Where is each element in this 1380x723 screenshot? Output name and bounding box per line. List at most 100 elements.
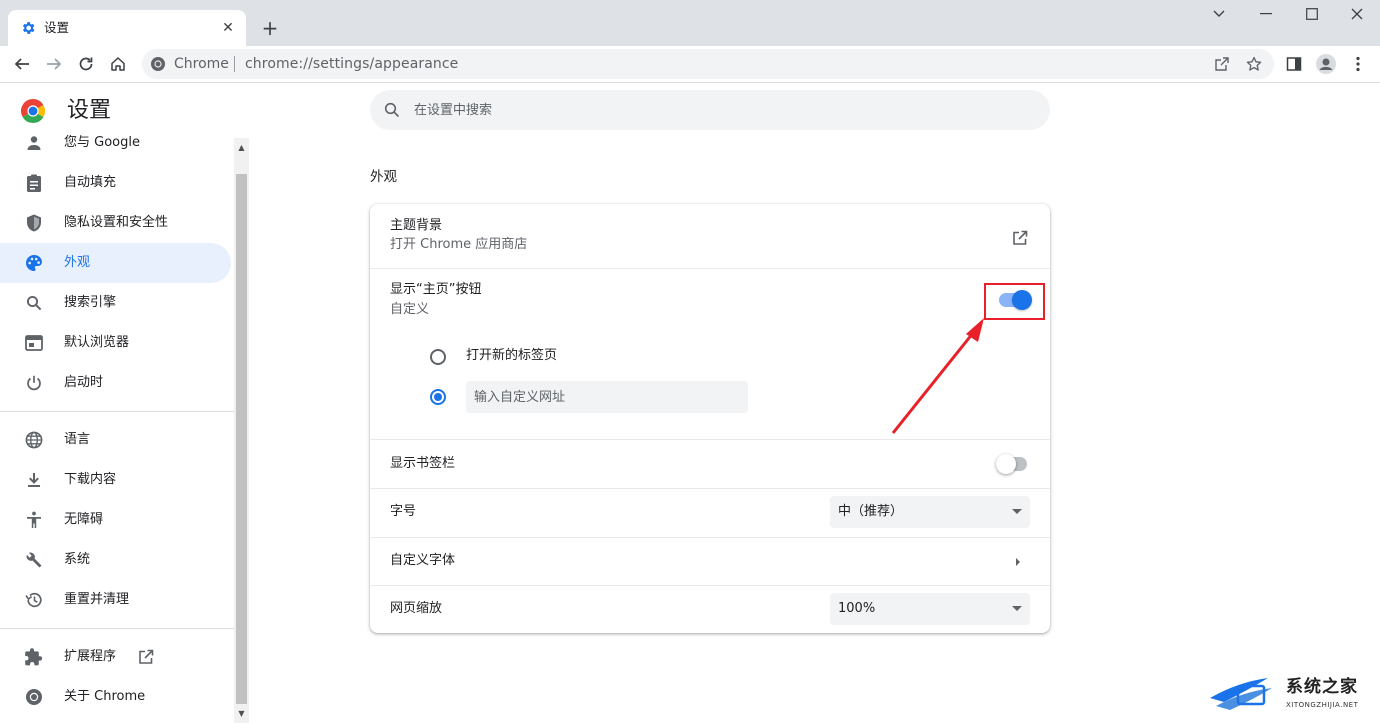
page-zoom-title: 网页缩放: [390, 601, 443, 616]
close-icon[interactable]: [1334, 0, 1380, 28]
sidebar-item-on-startup[interactable]: 启动时: [0, 363, 231, 403]
search-icon: [24, 293, 44, 313]
watermark-url: XITONGZHIJIA.NET: [1286, 701, 1359, 709]
settings-search-box[interactable]: [370, 90, 1050, 130]
tab-settings[interactable]: 设置 ✕: [8, 10, 246, 46]
font-size-select[interactable]: 中（推荐）: [830, 496, 1030, 528]
accessibility-icon: [24, 510, 44, 530]
address-separator: [234, 56, 235, 72]
custom-fonts-row[interactable]: 自定义字体: [370, 538, 1050, 585]
scroll-thumb[interactable]: [236, 174, 247, 704]
page-zoom-select[interactable]: 100%: [830, 593, 1030, 625]
custom-url-radio[interactable]: [430, 389, 446, 405]
bookmark-star-icon[interactable]: [1242, 52, 1266, 76]
custom-fonts-title: 自定义字体: [390, 553, 456, 568]
reload-button[interactable]: [72, 50, 100, 78]
side-panel-icon[interactable]: [1280, 50, 1308, 78]
forward-button[interactable]: [40, 50, 68, 78]
new-tab-radio-label: 打开新的标签页: [466, 348, 558, 363]
sidebar-item-appearance[interactable]: 外观: [0, 243, 231, 283]
sidebar-item-label: 自动填充: [64, 175, 117, 190]
home-button-subtitle: 自定义: [390, 302, 430, 317]
font-size-value: 中（推荐）: [838, 504, 904, 519]
page-title: 设置: [67, 98, 112, 123]
home-button-title: 显示“主页”按钮: [390, 282, 482, 297]
sidebar-item-label: 系统: [64, 552, 91, 567]
minimize-icon[interactable]: [1243, 0, 1289, 28]
new-tab-button[interactable]: +: [258, 16, 282, 40]
chrome-icon: [151, 57, 165, 71]
sidebar-item-label: 下载内容: [64, 472, 117, 487]
power-icon: [24, 373, 44, 393]
new-tab-radio[interactable]: [430, 349, 446, 365]
wrench-icon: [24, 550, 44, 570]
sidebar-item-label: 语言: [64, 432, 91, 447]
clipboard-icon: [24, 173, 44, 193]
bookmarks-bar-title: 显示书签栏: [390, 456, 456, 471]
sidebar-item-languages[interactable]: 语言: [0, 420, 231, 460]
profile-avatar-icon[interactable]: [1312, 50, 1340, 78]
custom-url-input[interactable]: [466, 381, 748, 413]
bookmarks-bar-toggle[interactable]: [996, 454, 1030, 474]
person-icon: [24, 134, 44, 153]
dropdown-arrow-icon: [1012, 509, 1022, 514]
download-icon: [24, 470, 44, 490]
sidebar-divider: [0, 411, 234, 412]
sidebar-item-downloads[interactable]: 下载内容: [0, 460, 231, 500]
browser-toolbar: Chrome chrome://settings/appearance: [0, 46, 1380, 83]
globe-icon: [24, 430, 44, 450]
annotation-arrow-icon: [891, 318, 984, 434]
watermark-logo-icon: [1210, 678, 1272, 710]
sidebar-item-extensions[interactable]: 扩展程序: [0, 637, 231, 677]
sidebar-item-label: 启动时: [64, 375, 104, 390]
sidebar-item-about[interactable]: 关于 Chrome: [0, 677, 231, 717]
page-zoom-value: 100%: [838, 601, 876, 616]
browser-icon: [24, 333, 44, 353]
scroll-up-arrow[interactable]: ▲: [234, 140, 249, 154]
tab-title: 设置: [44, 20, 70, 35]
sidebar-item-system[interactable]: 系统: [0, 540, 231, 580]
font-size-title: 字号: [390, 504, 417, 519]
sidebar-divider: [0, 628, 234, 629]
sidebar-item-default-browser[interactable]: 默认浏览器: [0, 323, 231, 363]
sidebar-item-label: 重置并清理: [64, 592, 130, 607]
sidebar-item-privacy[interactable]: 隐私设置和安全性: [0, 203, 231, 243]
sidebar-nav: 您与 Google 自动填充 隐私设置和安全性 外观 搜索引擎 默认浏览器 启动…: [0, 134, 234, 723]
home-button[interactable]: [104, 50, 132, 78]
open-in-new-icon[interactable]: [1008, 226, 1032, 250]
scroll-down-arrow[interactable]: ▼: [234, 706, 249, 720]
sidebar-scrollbar[interactable]: ▲ ▼: [234, 138, 249, 723]
sidebar-item-accessibility[interactable]: 无障碍: [0, 500, 231, 540]
watermark-brand: 系统之家: [1286, 677, 1358, 697]
row-divider: [370, 268, 1050, 269]
chrome-icon: [24, 687, 44, 707]
sidebar-item-label: 外观: [64, 255, 91, 270]
url-text[interactable]: chrome://settings/appearance: [245, 56, 458, 72]
chevron-down-icon[interactable]: [1196, 0, 1242, 28]
sidebar-item-label: 默认浏览器: [64, 335, 130, 350]
puzzle-icon: [24, 647, 44, 667]
maximize-icon[interactable]: [1289, 0, 1335, 28]
share-icon[interactable]: [1210, 52, 1234, 76]
more-menu-icon[interactable]: [1344, 50, 1372, 78]
search-icon: [384, 102, 400, 118]
tab-strip: 设置 ✕ +: [0, 0, 1380, 46]
chrome-logo-icon: [20, 99, 46, 124]
address-bar[interactable]: Chrome chrome://settings/appearance: [142, 49, 1274, 79]
sidebar-item-label: 扩展程序: [64, 649, 117, 664]
theme-title: 主题背景: [390, 218, 443, 233]
shield-icon: [24, 213, 44, 233]
toggle-knob: [996, 454, 1016, 474]
search-input[interactable]: [414, 90, 1014, 130]
sidebar-item-label: 搜索引擎: [64, 295, 117, 310]
sidebar-item-reset[interactable]: 重置并清理: [0, 580, 231, 620]
row-divider: [370, 488, 1050, 489]
close-tab-icon[interactable]: ✕: [218, 18, 238, 38]
sidebar-item-autofill[interactable]: 自动填充: [0, 163, 231, 203]
theme-row[interactable]: 主题背景 打开 Chrome 应用商店: [370, 204, 1050, 268]
sidebar-item-search-engine[interactable]: 搜索引擎: [0, 283, 231, 323]
sidebar-item-label: 无障碍: [64, 512, 104, 527]
sidebar-item-you-google[interactable]: 您与 Google: [0, 134, 231, 163]
back-button[interactable]: [8, 50, 36, 78]
dropdown-arrow-icon: [1012, 606, 1022, 611]
